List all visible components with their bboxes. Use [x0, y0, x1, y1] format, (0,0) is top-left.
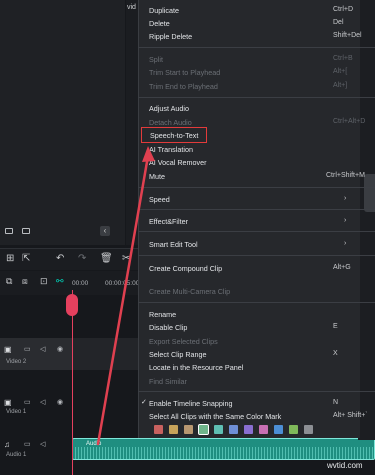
watermark: wvtid.com [327, 461, 363, 470]
annotation-arrow [96, 146, 155, 446]
